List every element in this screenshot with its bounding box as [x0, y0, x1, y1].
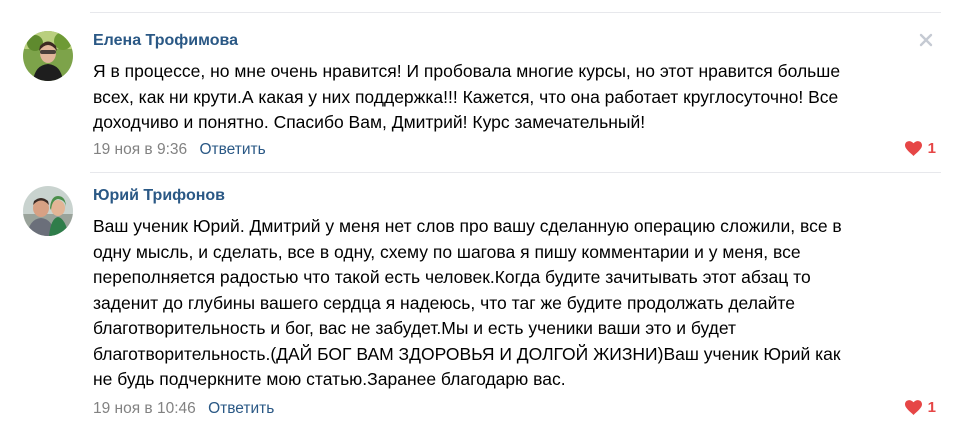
comment-meta: 19 ноя в 9:36 Ответить: [93, 141, 266, 159]
like-count: 1: [927, 399, 936, 416]
comment-date[interactable]: 19 ноя в 10:46: [93, 400, 196, 417]
like-button[interactable]: 1: [904, 399, 936, 416]
comment-item: Елена Трофимова Я в процессе, но мне оче…: [0, 22, 967, 167]
comment-text: Ваш ученик Юрий. Дмитрий у меня нет слов…: [93, 216, 842, 389]
comment-meta: 19 ноя в 10:46 Ответить: [93, 400, 274, 418]
avatar[interactable]: [23, 31, 73, 81]
reply-button[interactable]: Ответить: [208, 400, 274, 417]
comment-date[interactable]: 19 ноя в 9:36: [93, 141, 187, 158]
heart-icon: [904, 141, 922, 156]
comment-author[interactable]: Елена Трофимова: [93, 32, 238, 50]
comment-author[interactable]: Юрий Трифонов: [93, 187, 225, 205]
like-button[interactable]: 1: [904, 140, 936, 157]
heart-icon: [904, 400, 922, 415]
like-count: 1: [927, 140, 936, 157]
avatar[interactable]: [23, 186, 73, 236]
comment-divider: [90, 172, 941, 173]
user-avatar-icon: [23, 186, 73, 236]
top-divider: [90, 12, 941, 13]
comment-item: Юрий Трифонов Ваш ученик Юрий. Дмитрий у…: [0, 177, 967, 435]
reply-button[interactable]: Ответить: [199, 141, 265, 158]
close-icon[interactable]: [918, 32, 934, 48]
comment-text: Я в процессе, но мне очень нравится! И п…: [93, 61, 841, 132]
user-avatar-icon: [23, 31, 73, 81]
